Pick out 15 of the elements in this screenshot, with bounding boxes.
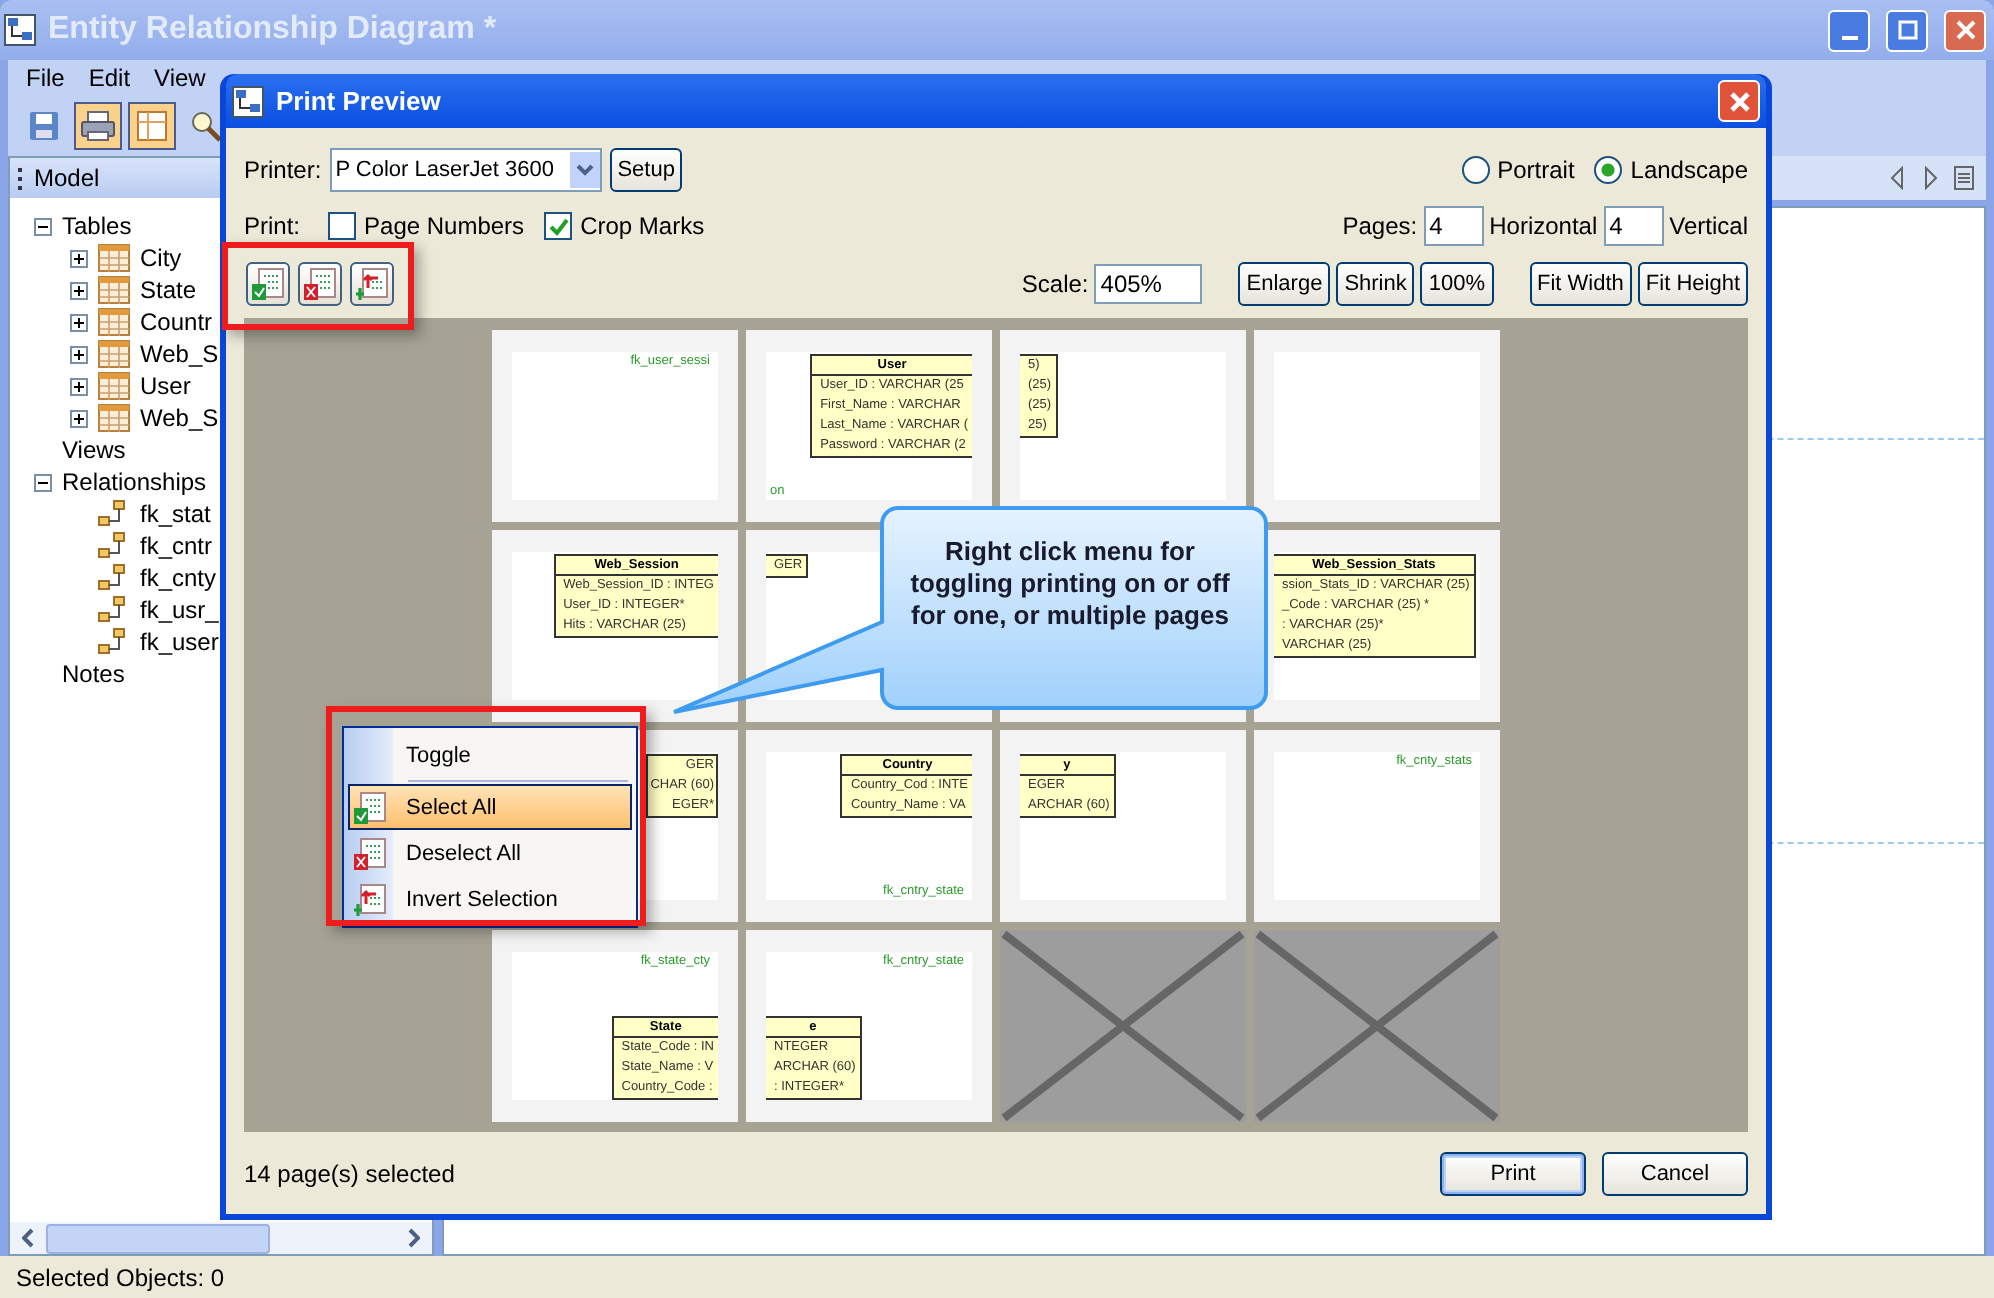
panel-title: Model bbox=[34, 164, 100, 192]
horizontal-label: Horizontal bbox=[1489, 212, 1598, 240]
dialog-title: Print Preview bbox=[276, 86, 441, 116]
window-title: Entity Relationship Diagram * bbox=[48, 12, 497, 48]
status-text: Selected Objects: 0 bbox=[16, 1263, 225, 1291]
selection-status: 14 page(s) selected bbox=[244, 1159, 455, 1187]
radio-label: Portrait bbox=[1497, 156, 1575, 184]
vertical-label: Vertical bbox=[1669, 212, 1748, 240]
radio-label: Landscape bbox=[1630, 156, 1748, 184]
scale-label: Scale: bbox=[1021, 270, 1089, 298]
checkbox-label: Crop Marks bbox=[580, 212, 705, 240]
print-label: Print: bbox=[244, 212, 301, 240]
pages-label: Pages: bbox=[1342, 212, 1418, 240]
checkbox-label: Page Numbers bbox=[364, 212, 525, 240]
printer-label: Printer: bbox=[244, 156, 322, 184]
